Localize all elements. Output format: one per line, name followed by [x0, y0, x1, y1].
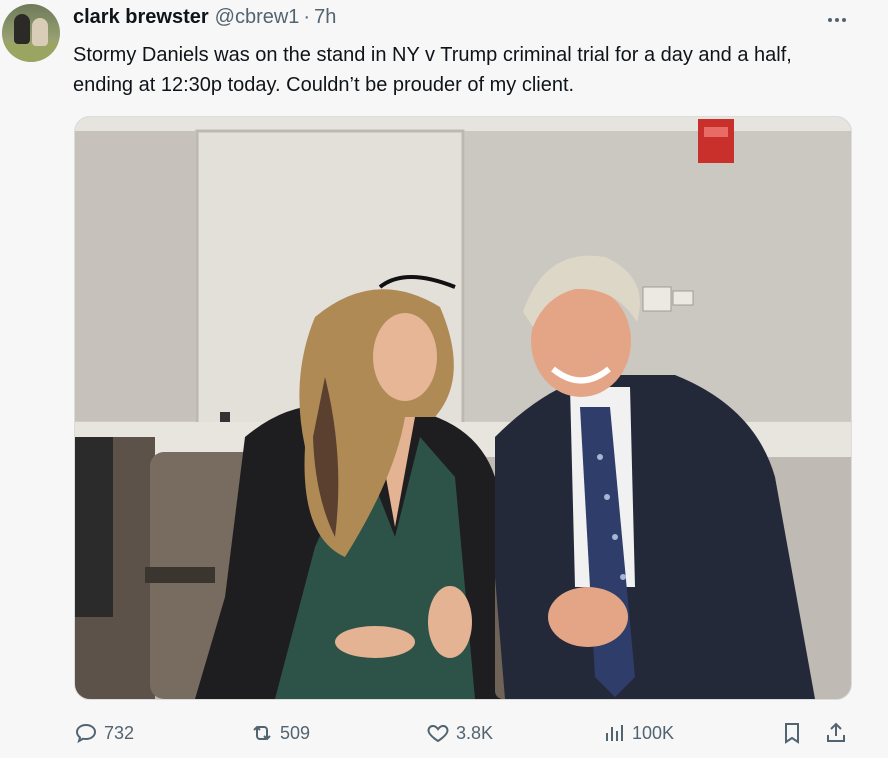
like-count: 3.8K [456, 722, 494, 743]
action-bar: 732 509 3.8K 100K [0, 716, 888, 750]
author-handle[interactable]: @cbrew1 [215, 6, 300, 29]
bar-chart-icon [606, 725, 623, 741]
timestamp[interactable]: 7h [314, 6, 336, 29]
separator-dot: · [303, 6, 311, 28]
repost-arrows-icon [253, 725, 271, 741]
repost-count: 509 [280, 722, 311, 743]
tweet-photo[interactable] [74, 116, 852, 700]
reply-button[interactable]: 732 [74, 716, 134, 750]
share-upload-icon [827, 722, 845, 742]
bookmark-button[interactable] [780, 716, 804, 750]
more-options-button[interactable] [822, 6, 852, 34]
heart-icon [427, 724, 449, 743]
more-horizontal-icon [828, 18, 832, 22]
tweet: clark brewster @cbrew1 · 7h Stormy Danie… [0, 0, 888, 758]
author-name[interactable]: clark brewster [73, 6, 209, 29]
share-button[interactable] [824, 716, 848, 750]
bookmark-icon [785, 723, 799, 744]
speech-bubble-icon [75, 723, 97, 744]
views-button[interactable]: 100K [602, 716, 674, 750]
avatar[interactable] [2, 4, 60, 62]
repost-button[interactable]: 509 [250, 716, 310, 750]
like-button[interactable]: 3.8K [426, 716, 493, 750]
views-count: 100K [632, 722, 675, 743]
reply-count: 732 [104, 722, 135, 743]
tweet-header: clark brewster @cbrew1 · 7h [73, 6, 336, 34]
tweet-text: Stormy Daniels was on the stand in NY v … [73, 44, 792, 96]
